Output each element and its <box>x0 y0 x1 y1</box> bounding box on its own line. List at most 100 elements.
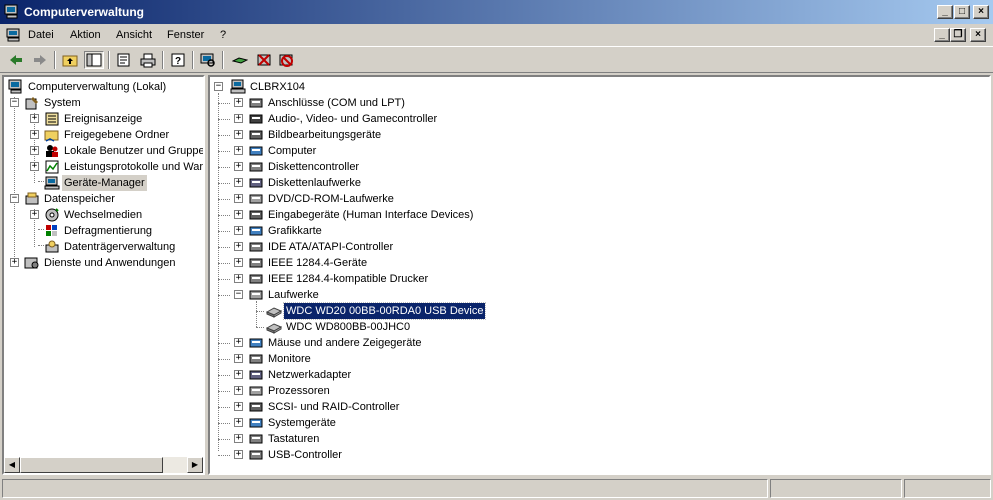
expand-toggle[interactable]: + <box>234 370 243 379</box>
menu-aktion[interactable]: Aktion <box>70 29 101 41</box>
forward-button[interactable] <box>30 51 50 69</box>
print-button[interactable] <box>138 51 158 69</box>
expand-toggle[interactable]: + <box>234 258 243 267</box>
tree-item-wechselmedien[interactable]: Wechselmedien <box>42 207 203 223</box>
minimize-button[interactable]: _ <box>937 5 953 19</box>
expand-toggle[interactable]: + <box>234 146 243 155</box>
device-category[interactable]: Anschlüsse (COM und LPT) <box>246 95 646 111</box>
show-hide-tree-button[interactable] <box>84 51 104 69</box>
tree-item-datenspeicher[interactable]: Datenspeicher <box>22 191 202 207</box>
expand-toggle[interactable]: + <box>234 338 243 347</box>
tree-item-defragmentierung[interactable]: Defragmentierung <box>42 223 203 239</box>
back-button[interactable] <box>6 51 26 69</box>
expand-toggle[interactable]: + <box>234 450 243 459</box>
expand-toggle[interactable]: + <box>234 98 243 107</box>
console-tree-pane[interactable]: Computerverwaltung (Lokal) − System + Er… <box>2 75 205 475</box>
scroll-thumb[interactable] <box>20 457 163 473</box>
scroll-left-button[interactable]: ◀ <box>4 457 20 473</box>
horizontal-scrollbar[interactable]: ◀ ▶ <box>4 457 203 473</box>
expand-dienste-toggle[interactable]: + <box>10 258 19 267</box>
expand-toggle[interactable]: + <box>30 146 39 155</box>
device-category[interactable]: Diskettencontroller <box>246 159 646 175</box>
device-category[interactable]: IEEE 1284.4-kompatible Drucker <box>246 271 646 287</box>
doc-minimize-button[interactable]: _ <box>934 28 950 42</box>
device-category[interactable]: Eingabegeräte (Human Interface Devices) <box>246 207 646 223</box>
expand-toggle[interactable]: + <box>234 354 243 363</box>
scan-hardware-button[interactable] <box>198 51 218 69</box>
tree-item-computer[interactable]: CLBRX104 <box>228 79 528 95</box>
expand-toggle[interactable]: + <box>234 210 243 219</box>
device-category[interactable]: Monitore <box>246 351 646 367</box>
menu-help[interactable]: ? <box>220 29 226 41</box>
close-button[interactable]: × <box>973 5 989 19</box>
expand-toggle[interactable]: + <box>234 418 243 427</box>
menu-ansicht[interactable]: Ansicht <box>116 29 152 41</box>
uninstall-button[interactable] <box>254 51 274 69</box>
menu-fenster[interactable]: Fenster <box>167 29 204 41</box>
expand-toggle[interactable]: + <box>234 402 243 411</box>
properties-button[interactable] <box>114 51 134 69</box>
expand-toggle[interactable]: + <box>234 162 243 171</box>
device-item-drive[interactable]: WDC WD800BB-00JHC0 <box>264 319 664 335</box>
device-category[interactable]: USB-Controller <box>246 447 646 463</box>
doc-close-button[interactable]: × <box>970 28 986 42</box>
scroll-right-button[interactable]: ▶ <box>187 457 203 473</box>
menu-datei[interactable]: Datei <box>28 29 54 41</box>
expand-toggle[interactable]: + <box>234 194 243 203</box>
collapse-system-toggle[interactable]: − <box>10 98 19 107</box>
tree-label-wechselmedien: Wechselmedien <box>64 209 143 221</box>
device-category[interactable]: DVD/CD-ROM-Laufwerke <box>246 191 646 207</box>
tree-item-datentraegerverwaltung[interactable]: Datenträgerverwaltung <box>42 239 203 255</box>
device-category[interactable]: Laufwerke <box>246 287 646 303</box>
title-bar[interactable]: Computerverwaltung _ □ × <box>0 0 993 24</box>
maximize-button[interactable]: □ <box>954 5 970 19</box>
expand-toggle[interactable]: + <box>30 114 39 123</box>
expand-toggle[interactable]: + <box>30 130 39 139</box>
collapse-computer-toggle[interactable]: − <box>214 82 223 91</box>
help-button[interactable]: ? <box>168 51 188 69</box>
device-item-drive[interactable]: WDC WD20 00BB-00RDA0 USB Device <box>264 302 664 320</box>
tree-item-lokale-benutzer[interactable]: Lokale Benutzer und Gruppen <box>42 143 203 159</box>
collapse-datenspeicher-toggle[interactable]: − <box>10 194 19 203</box>
expand-toggle[interactable]: + <box>30 210 39 219</box>
document-window-icon[interactable] <box>6 27 22 43</box>
tree-item-freigegebene-ordner[interactable]: Freigegebene Ordner <box>42 127 203 143</box>
update-driver-button[interactable] <box>230 51 250 69</box>
expand-toggle[interactable]: + <box>234 386 243 395</box>
expand-toggle[interactable]: + <box>30 162 39 171</box>
device-category[interactable]: IEEE 1284.4-Geräte <box>246 255 646 271</box>
expand-toggle[interactable]: − <box>234 290 243 299</box>
update-driver-icon <box>232 57 248 64</box>
device-category[interactable]: SCSI- und RAID-Controller <box>246 399 646 415</box>
device-category[interactable]: Systemgeräte <box>246 415 646 431</box>
device-category[interactable]: Bildbearbeitungsgeräte <box>246 127 646 143</box>
device-category[interactable]: Prozessoren <box>246 383 646 399</box>
doc-restore-button[interactable]: ❐ <box>950 28 966 42</box>
device-category-label: USB-Controller <box>268 449 342 461</box>
tree-item-dienste[interactable]: Dienste und Anwendungen <box>22 255 202 271</box>
expand-toggle[interactable]: + <box>234 434 243 443</box>
tree-label-dienste: Dienste und Anwendungen <box>44 257 176 269</box>
device-tree-pane[interactable]: − CLBRX104 + Anschlüsse (COM und LPT) + Audio… <box>208 75 991 475</box>
tree-item-leistungsprotokolle[interactable]: Leistungsprotokolle und Warnungen <box>42 159 203 175</box>
device-category[interactable]: Audio-, Video- und Gamecontroller <box>246 111 646 127</box>
expand-toggle[interactable]: + <box>234 130 243 139</box>
tree-item-geraete-manager[interactable]: Geräte-Manager <box>42 175 203 191</box>
up-one-level-button[interactable] <box>60 51 80 69</box>
tree-item-root[interactable]: Computerverwaltung (Lokal) <box>6 79 203 95</box>
device-category[interactable]: Netzwerkadapter <box>246 367 646 383</box>
device-category[interactable]: IDE ATA/ATAPI-Controller <box>246 239 646 255</box>
expand-toggle[interactable]: + <box>234 242 243 251</box>
expand-toggle[interactable]: + <box>234 274 243 283</box>
tree-item-system[interactable]: System <box>22 95 202 111</box>
device-category[interactable]: Mäuse und andere Zeigegeräte <box>246 335 646 351</box>
tree-item-ereignisanzeige[interactable]: Ereignisanzeige <box>42 111 203 127</box>
device-category[interactable]: Tastaturen <box>246 431 646 447</box>
device-category[interactable]: Computer <box>246 143 646 159</box>
expand-toggle[interactable]: + <box>234 178 243 187</box>
device-category[interactable]: Diskettenlaufwerke <box>246 175 646 191</box>
expand-toggle[interactable]: + <box>234 114 243 123</box>
disable-button[interactable] <box>276 51 296 69</box>
device-category[interactable]: Grafikkarte <box>246 223 646 239</box>
expand-toggle[interactable]: + <box>234 226 243 235</box>
